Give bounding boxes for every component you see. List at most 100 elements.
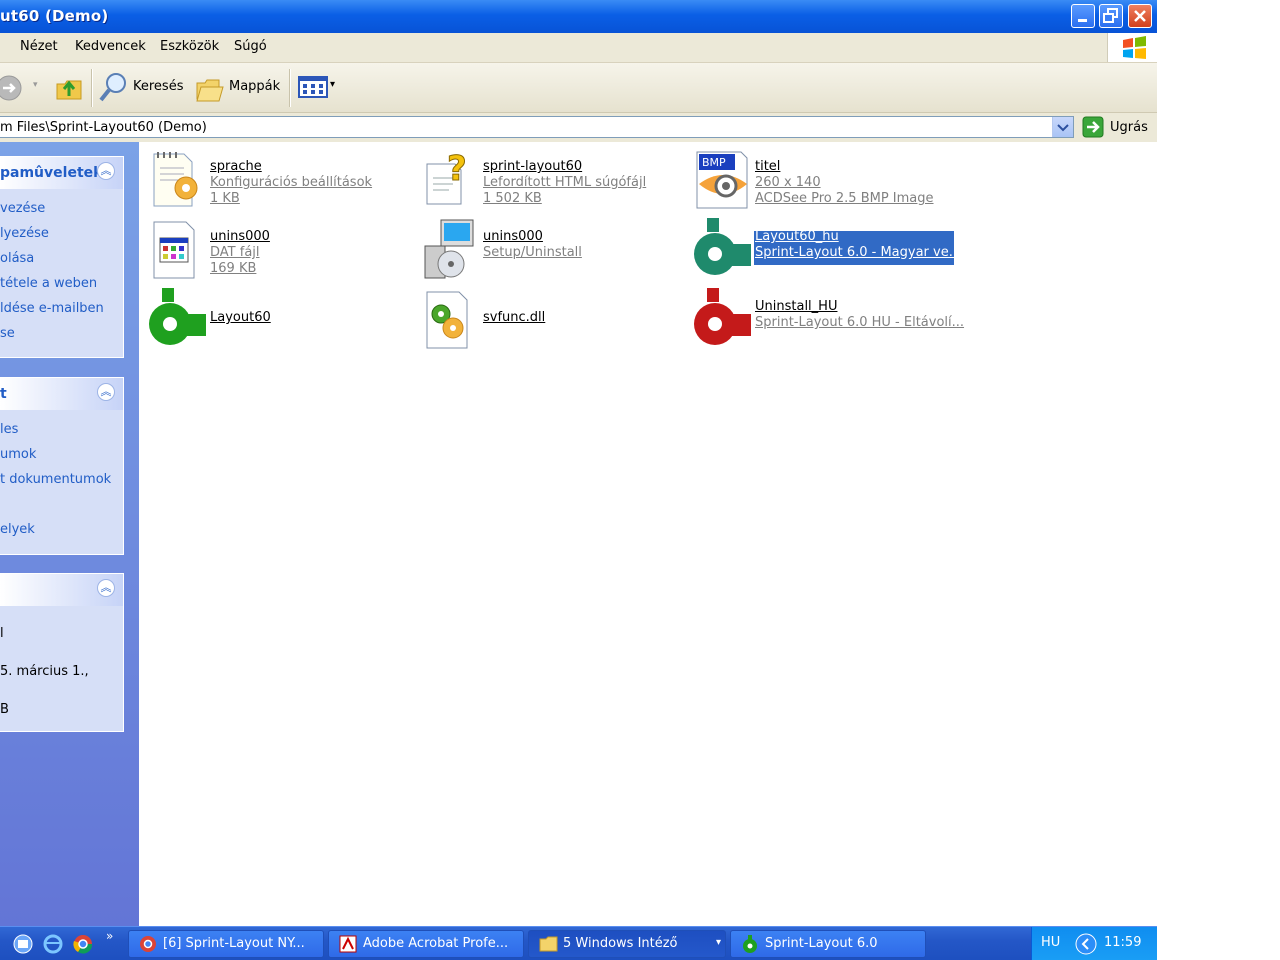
- close-button[interactable]: [1128, 4, 1152, 28]
- dll-file-icon: [426, 291, 468, 349]
- up-folder-button[interactable]: [54, 72, 84, 102]
- taskbar-button-sprint-layout[interactable]: Sprint-Layout 6.0: [730, 930, 926, 958]
- config-file-icon: [153, 152, 198, 207]
- detail-text: 5. március 1.,: [0, 664, 89, 679]
- address-dropdown-button[interactable]: [1052, 117, 1073, 137]
- file-type: Lefordított HTML súgófájl: [483, 175, 647, 190]
- address-bar: m Files\Sprint-Layout60 (Demo) Ugrás: [0, 113, 1157, 143]
- menu-help[interactable]: Súgó: [234, 39, 267, 54]
- quicklaunch-more-icon[interactable]: »: [106, 929, 113, 943]
- file-item[interactable]: sprache Konfigurációs beállítások 1 KB: [148, 148, 418, 212]
- file-size: 1 KB: [210, 191, 240, 206]
- forward-button[interactable]: [0, 75, 22, 101]
- detail-text: l: [0, 626, 4, 641]
- chrome-icon[interactable]: [72, 933, 94, 955]
- panel-header[interactable]: t ︽: [0, 378, 123, 410]
- taskbar-button-acrobat[interactable]: Adobe Acrobat Profe...: [328, 930, 524, 958]
- chrome-icon: [140, 936, 156, 952]
- menu-favorites[interactable]: Kedvencek: [75, 39, 146, 54]
- task-link[interactable]: tétele a weben: [0, 276, 97, 291]
- file-name: Layout60: [210, 310, 271, 325]
- menu-view[interactable]: Nézet: [20, 39, 58, 54]
- dat-file-icon: [153, 221, 195, 279]
- task-link[interactable]: vezése: [0, 201, 45, 216]
- file-tasks-panel: pamûveletek ︽ vezése lyezése olása tétel…: [0, 156, 124, 358]
- detail-text: B: [0, 702, 9, 717]
- internet-explorer-icon[interactable]: [42, 933, 64, 955]
- taskbar: » [6] Sprint-Layout NY... Adobe Acrobat …: [0, 926, 1157, 960]
- minimize-button[interactable]: [1071, 4, 1095, 28]
- restore-icon: [1103, 8, 1118, 23]
- show-desktop-icon[interactable]: [12, 933, 34, 955]
- taskbar-button-explorer[interactable]: 5 Windows Intéző ▾: [528, 930, 726, 958]
- red-pipe-icon: [694, 288, 751, 345]
- forward-dropdown-icon[interactable]: ▾: [33, 80, 38, 90]
- address-field[interactable]: m Files\Sprint-Layout60 (Demo): [0, 116, 1074, 138]
- file-type: Konfigurációs beállítások: [210, 175, 373, 190]
- window-title: ut60 (Demo): [0, 7, 109, 25]
- folders-button[interactable]: Mappák: [195, 73, 285, 105]
- file-name: unins000: [210, 229, 270, 244]
- file-name: sprache: [210, 159, 262, 174]
- explorer-window: ut60 (Demo) Nézet Kedvencek Eszközök Súg…: [0, 0, 1157, 960]
- menu-bar: Nézet Kedvencek Eszközök Súgó: [0, 33, 1157, 63]
- views-button[interactable]: ▾: [298, 75, 340, 101]
- file-item[interactable]: ? sprint-layout60 Lefordított HTML súgóf…: [421, 148, 691, 212]
- task-link[interactable]: olása: [0, 251, 34, 266]
- windows-logo: [1107, 33, 1157, 62]
- toolbar: ▾ Keresés Mappák ▾: [0, 63, 1157, 113]
- file-item[interactable]: Uninstall_HU Sprint-Layout 6.0 HU - Eltá…: [693, 288, 964, 352]
- language-indicator[interactable]: HU: [1041, 935, 1060, 950]
- svg-text:?: ?: [447, 149, 467, 189]
- place-link[interactable]: umok: [0, 447, 36, 462]
- taskbar-label: 5 Windows Intéző: [563, 936, 678, 951]
- file-name: svfunc.dll: [483, 310, 546, 325]
- panel-title: pamûveletek: [0, 165, 103, 181]
- file-item[interactable]: Layout60: [148, 288, 418, 352]
- tray-expand-icon[interactable]: [1075, 933, 1097, 955]
- menu-tools[interactable]: Eszközök: [160, 39, 219, 54]
- teal-pipe-icon: [694, 218, 751, 275]
- address-input[interactable]: m Files\Sprint-Layout60 (Demo): [0, 120, 207, 135]
- place-link[interactable]: elyek: [0, 522, 35, 537]
- acrobat-icon: [339, 935, 357, 953]
- task-link[interactable]: lyezése: [0, 226, 49, 241]
- file-item-selected[interactable]: Layout60_hu Sprint-Layout 6.0 - Magyar v…: [693, 218, 963, 282]
- taskbar-label: Sprint-Layout 6.0: [765, 936, 878, 951]
- go-button[interactable]: Ugrás: [1082, 116, 1152, 140]
- collapse-icon[interactable]: ︽: [97, 579, 115, 597]
- taskbar-button-chrome[interactable]: [6] Sprint-Layout NY...: [128, 930, 324, 958]
- panel-header[interactable]: pamûveletek ︽: [0, 157, 123, 189]
- place-link[interactable]: t dokumentumok: [0, 472, 111, 487]
- file-item[interactable]: unins000 Setup/Uninstall: [421, 218, 691, 282]
- search-label: Keresés: [133, 79, 184, 94]
- file-size: 1 502 KB: [483, 191, 542, 206]
- restore-button[interactable]: [1099, 4, 1123, 28]
- panel-title: t: [0, 386, 7, 402]
- details-panel: ︽ l 5. március 1., B: [0, 573, 124, 732]
- folder-icon: [539, 936, 558, 952]
- file-item[interactable]: svfunc.dll: [421, 288, 691, 352]
- panel-header[interactable]: ︽: [0, 574, 123, 606]
- collapse-icon[interactable]: ︽: [97, 162, 115, 180]
- file-name: Layout60_hu: [755, 229, 839, 244]
- title-bar[interactable]: ut60 (Demo): [0, 0, 1157, 33]
- close-icon: [1134, 10, 1146, 22]
- help-file-icon: ?: [426, 149, 467, 205]
- place-link[interactable]: les: [0, 422, 18, 437]
- search-button[interactable]: Keresés: [98, 71, 188, 105]
- bmp-image-icon: BMP: [696, 151, 748, 209]
- task-link[interactable]: se: [0, 326, 15, 341]
- svg-text:BMP: BMP: [702, 156, 726, 169]
- task-pane: pamûveletek ︽ vezése lyezése olása tétel…: [0, 142, 139, 926]
- collapse-icon[interactable]: ︽: [97, 383, 115, 401]
- file-item[interactable]: unins000 DAT fájl 169 KB: [148, 218, 418, 282]
- file-name: sprint-layout60: [483, 159, 583, 174]
- chevron-down-icon: [1057, 124, 1069, 132]
- folders-icon: [196, 79, 224, 102]
- other-places-panel: t ︽ les umok t dokumentumok elyek: [0, 377, 124, 555]
- file-name: unins000: [483, 229, 543, 244]
- task-link[interactable]: ldése e-mailben: [0, 301, 104, 316]
- clock[interactable]: 11:59: [1104, 935, 1141, 950]
- file-item[interactable]: BMP titel 260 x 140 ACDSee Pro 2.5 BMP I…: [693, 148, 963, 212]
